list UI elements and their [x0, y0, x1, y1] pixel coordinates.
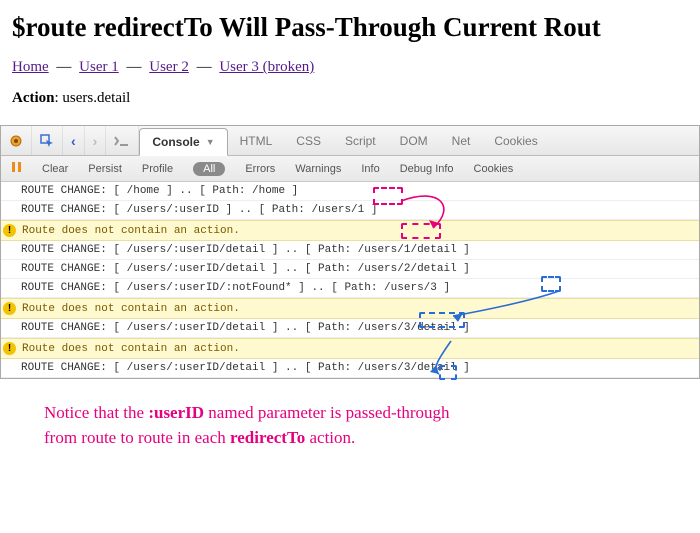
tab-script[interactable]: Script	[333, 126, 388, 155]
console-text: ROUTE CHANGE: [ /users/:userID/detail ] …	[21, 244, 470, 256]
filter-info[interactable]: Info	[351, 163, 389, 175]
console-log-row: ROUTE CHANGE: [ /home ] .. [ Path: /home…	[1, 182, 699, 201]
tab-cookies[interactable]: Cookies	[482, 126, 549, 155]
nav-link[interactable]: User 2	[149, 59, 189, 75]
filter-all[interactable]: All	[183, 163, 235, 175]
warning-icon: !	[3, 302, 16, 315]
console-text: ROUTE CHANGE: [ /users/:userID/detail ] …	[21, 322, 470, 334]
console-warning-row: ! Route does not contain an action.	[1, 220, 699, 241]
nav-separator: —	[53, 59, 76, 75]
command-line-icon[interactable]	[106, 126, 139, 155]
filter-warnings[interactable]: Warnings	[285, 163, 351, 175]
persist-button[interactable]: Persist	[78, 163, 132, 175]
inspect-icon[interactable]	[32, 126, 63, 155]
action-value: users.detail	[62, 90, 130, 106]
tab-html[interactable]: HTML	[228, 126, 285, 155]
back-button[interactable]: ‹	[63, 126, 85, 155]
action-label: Action	[12, 90, 55, 106]
console-log-row: ROUTE CHANGE: [ /users/:userID/detail ] …	[1, 319, 699, 338]
console-log-row: ROUTE CHANGE: [ /users/:userID/detail ] …	[1, 241, 699, 260]
firebug-icon[interactable]	[1, 126, 32, 155]
console-warning-row: ! Route does not contain an action.	[1, 338, 699, 359]
tab-net[interactable]: Net	[440, 126, 483, 155]
console-log-list: ROUTE CHANGE: [ /home ] .. [ Path: /home…	[1, 182, 699, 378]
console-warning-row: ! Route does not contain an action.	[1, 298, 699, 319]
console-text: Route does not contain an action.	[22, 343, 240, 355]
console-text: ROUTE CHANGE: [ /users/:userID/detail ] …	[21, 362, 470, 374]
pause-icon[interactable]	[1, 161, 32, 176]
clear-button[interactable]: Clear	[32, 163, 78, 175]
annotation-box-blue-2	[419, 312, 465, 328]
devtools-panel: ‹ › Console▼HTMLCSSScriptDOMNetCookies C…	[0, 125, 700, 379]
chevron-down-icon: ▼	[206, 137, 215, 147]
console-text: ROUTE CHANGE: [ /users/:userID/:notFound…	[21, 282, 450, 294]
warning-icon: !	[3, 342, 16, 355]
annotation-box-pink-2	[401, 223, 441, 239]
console-text: Route does not contain an action.	[22, 303, 240, 315]
nav-link[interactable]: User 3 (broken)	[219, 59, 314, 75]
console-log-row: ROUTE CHANGE: [ /users/:userID/:notFound…	[1, 279, 699, 298]
console-text: ROUTE CHANGE: [ /home ] .. [ Path: /home…	[21, 185, 298, 197]
tab-dom[interactable]: DOM	[388, 126, 440, 155]
nav-separator: —	[123, 59, 146, 75]
annotation-box-pink-1	[373, 187, 403, 205]
console-text: ROUTE CHANGE: [ /users/:userID/detail ] …	[21, 263, 470, 275]
profile-button[interactable]: Profile	[132, 163, 183, 175]
page-title: $route redirectTo Will Pass-Through Curr…	[12, 12, 688, 43]
console-subbar: ClearPersistProfile AllErrorsWarningsInf…	[1, 156, 699, 182]
filter-errors[interactable]: Errors	[235, 163, 285, 175]
console-log-row: ROUTE CHANGE: [ /users/:userID/detail ] …	[1, 260, 699, 279]
console-text: Route does not contain an action.	[22, 225, 240, 237]
annotation-box-blue-1	[541, 276, 561, 292]
console-log-row: ROUTE CHANGE: [ /users/:userID ] .. [ Pa…	[1, 201, 699, 220]
tab-css[interactable]: CSS	[284, 126, 333, 155]
console-log-row: ROUTE CHANGE: [ /users/:userID/detail ] …	[1, 359, 699, 378]
annotation-box-blue-3	[439, 365, 457, 380]
filter-debug-info[interactable]: Debug Info	[390, 163, 464, 175]
nav-separator: —	[193, 59, 216, 75]
action-line: Action: users.detail	[12, 90, 688, 107]
console-text: ROUTE CHANGE: [ /users/:userID ] .. [ Pa…	[21, 204, 377, 216]
warning-icon: !	[3, 224, 16, 237]
devtools-toolbar: ‹ › Console▼HTMLCSSScriptDOMNetCookies	[1, 126, 699, 156]
nav-link[interactable]: User 1	[79, 59, 119, 75]
forward-button[interactable]: ›	[85, 126, 107, 155]
filter-cookies[interactable]: Cookies	[464, 163, 524, 175]
tab-console[interactable]: Console▼	[139, 128, 227, 156]
breadcrumb: Home — User 1 — User 2 — User 3 (broken)	[12, 59, 688, 76]
handwritten-annotation: Notice that the :userID named parameter …	[0, 379, 700, 474]
nav-link[interactable]: Home	[12, 59, 49, 75]
